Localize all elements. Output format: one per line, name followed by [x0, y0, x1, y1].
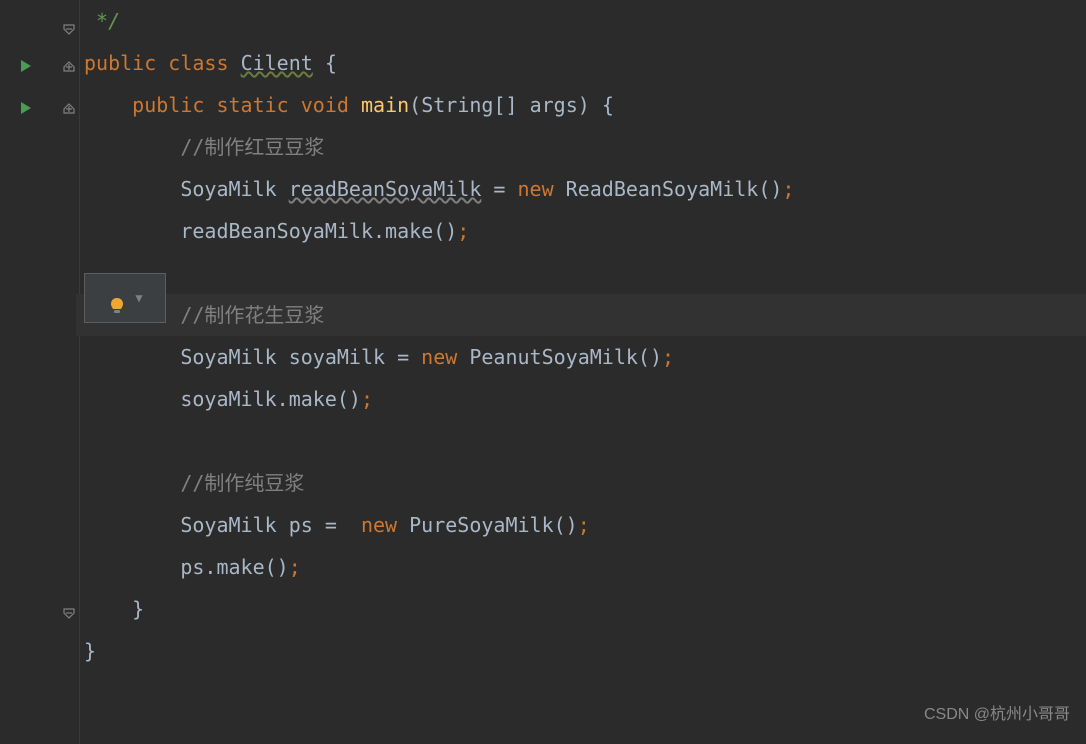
code-line[interactable]: public static void main(String[] args) {: [80, 84, 1086, 126]
variable-name: soyaMilk: [180, 387, 276, 411]
semicolon: ;: [578, 513, 590, 537]
intention-bulb-popup[interactable]: ▼: [84, 273, 166, 323]
chevron-down-icon: ▼: [135, 277, 142, 319]
method-call: .make(): [277, 387, 361, 411]
semicolon: ;: [457, 219, 469, 243]
code-line[interactable]: SoyaMilk soyaMilk = new PeanutSoyaMilk()…: [80, 336, 1086, 378]
method-args: (String[] args): [409, 93, 590, 117]
code-line[interactable]: //制作纯豆浆: [80, 462, 1086, 504]
semicolon: ;: [289, 555, 301, 579]
brace: }: [84, 639, 96, 663]
constructor-call: ReadBeanSoyaMilk(): [566, 177, 783, 201]
code-line[interactable]: soyaMilk.make();: [80, 378, 1086, 420]
code-line-blank[interactable]: [80, 420, 1086, 462]
code-line-blank[interactable]: [80, 252, 1086, 294]
semicolon: ;: [782, 177, 794, 201]
type-name: SoyaMilk: [180, 513, 276, 537]
brace: {: [325, 51, 337, 75]
fold-open-icon[interactable]: [62, 88, 78, 104]
code-line[interactable]: SoyaMilk readBeanSoyaMilk = new ReadBean…: [80, 168, 1086, 210]
keyword-public: public: [132, 93, 204, 117]
watermark-text: CSDN @杭州小哥哥: [924, 694, 1070, 736]
code-line[interactable]: SoyaMilk ps = new PureSoyaMilk();: [80, 504, 1086, 546]
variable-name: readBeanSoyaMilk: [289, 177, 482, 201]
code-line-highlighted[interactable]: //制作花生豆浆: [76, 294, 1086, 336]
type-name: SoyaMilk: [180, 345, 276, 369]
code-line[interactable]: readBeanSoyaMilk.make();: [80, 210, 1086, 252]
assign: =: [313, 513, 361, 537]
lightbulb-icon: [107, 288, 127, 308]
keyword-new: new: [421, 345, 457, 369]
constructor-call: PeanutSoyaMilk(): [469, 345, 662, 369]
comment-text: //制作花生豆浆: [180, 303, 324, 327]
semicolon: ;: [361, 387, 373, 411]
fold-close-icon[interactable]: [62, 8, 78, 24]
variable-name: soyaMilk: [289, 345, 385, 369]
constructor-call: PureSoyaMilk(): [409, 513, 578, 537]
comment-text: //制作红豆豆浆: [180, 135, 324, 159]
keyword-new: new: [361, 513, 397, 537]
code-line[interactable]: public class Cilent {: [80, 42, 1086, 84]
keyword-void: void: [301, 93, 349, 117]
keyword-new: new: [517, 177, 553, 201]
method-call: .make(): [373, 219, 457, 243]
brace: }: [132, 597, 144, 621]
semicolon: ;: [662, 345, 674, 369]
code-line[interactable]: }: [80, 630, 1086, 672]
method-name: main: [361, 93, 409, 117]
run-method-icon[interactable]: [18, 88, 34, 104]
code-area[interactable]: */ public class Cilent { public static v…: [80, 0, 1086, 744]
comment-text: //制作纯豆浆: [180, 471, 304, 495]
variable-name: ps: [289, 513, 313, 537]
code-line[interactable]: ps.make();: [80, 546, 1086, 588]
editor-gutter: [0, 0, 80, 744]
code-line[interactable]: //制作红豆豆浆: [80, 126, 1086, 168]
type-name: SoyaMilk: [180, 177, 276, 201]
fold-close-icon[interactable]: [62, 592, 78, 608]
editor-container: */ public class Cilent { public static v…: [0, 0, 1086, 744]
keyword-public: public: [84, 51, 156, 75]
variable-name: readBeanSoyaMilk: [180, 219, 373, 243]
fold-open-icon[interactable]: [62, 46, 78, 62]
code-line[interactable]: }: [80, 588, 1086, 630]
comment-text: */: [84, 9, 120, 33]
code-line[interactable]: */: [80, 0, 1086, 42]
method-call: .make(): [204, 555, 288, 579]
brace: {: [602, 93, 614, 117]
assign: =: [385, 345, 421, 369]
run-class-icon[interactable]: [18, 46, 34, 62]
variable-name: ps: [180, 555, 204, 579]
assign: =: [481, 177, 517, 201]
class-name: Cilent: [241, 51, 313, 75]
keyword-class: class: [168, 51, 228, 75]
keyword-static: static: [216, 93, 288, 117]
